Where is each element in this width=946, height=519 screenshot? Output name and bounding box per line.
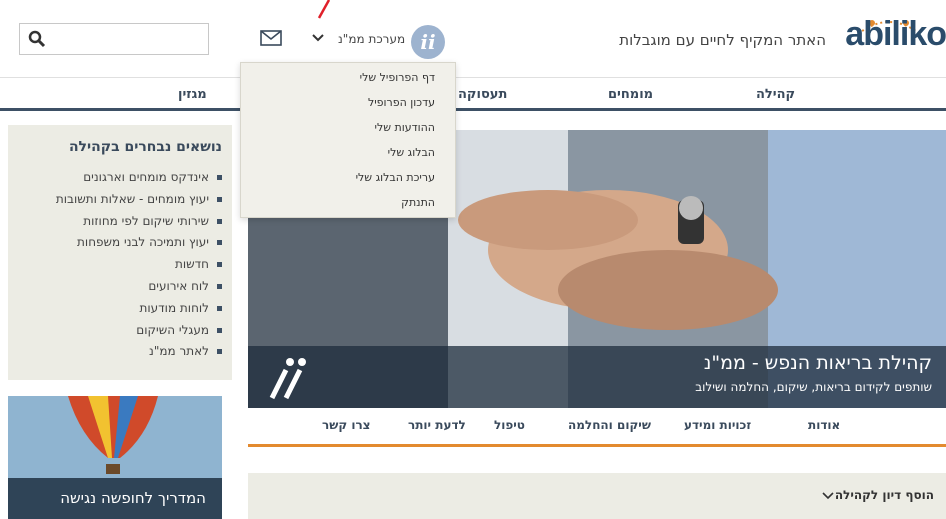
topic-link[interactable]: חדשות <box>175 257 209 271</box>
bullet-icon <box>217 327 222 333</box>
list-item[interactable]: לוחות מודעות <box>56 298 222 320</box>
featured-topics-title: נושאים נבחרים בקהילה <box>68 139 222 155</box>
list-item[interactable]: אינדקס מומחים וארגונים <box>56 167 222 189</box>
nav-item-employment[interactable]: תעסוקה <box>458 87 507 102</box>
chevron-down-icon[interactable] <box>312 34 324 42</box>
menu-item-my-blog[interactable]: הבלוג שלי <box>388 146 435 159</box>
bullet-icon <box>217 305 222 311</box>
main-nav: קהילה מומחים תעסוקה מגזין <box>0 77 946 111</box>
hero-caption-bar: קהילת בריאות הנפש - ממ"נ שותפים לקידום ב… <box>248 346 946 408</box>
accessible-vacation-promo[interactable]: המדריך לחופשה נגישה <box>8 396 222 519</box>
promo-caption: המדריך לחופשה נגישה <box>60 489 206 507</box>
featured-topics-list: אינדקס מומחים וארגונים יעוץ מומחים - שאל… <box>56 167 222 363</box>
promo-caption-bar: המדריך לחופשה נגישה <box>8 478 222 519</box>
tab-learn-more[interactable]: לדעת יותר <box>408 418 466 432</box>
avatar-logo-letters: ii <box>420 30 436 54</box>
list-item[interactable]: יעוץ ותמיכה לבני משפחות <box>56 232 222 254</box>
menu-item-my-messages[interactable]: ההודעות שלי <box>375 121 436 134</box>
topic-link[interactable]: שירותי שיקום לפי מחוזות <box>83 214 209 228</box>
list-item[interactable]: שירותי שיקום לפי מחוזות <box>56 211 222 233</box>
topic-link[interactable]: לוחות מודעות <box>139 301 209 315</box>
topic-link[interactable]: לוח אירועים <box>148 279 209 293</box>
topic-link[interactable]: מעגלי השיקום <box>136 323 209 337</box>
chevron-down-icon[interactable] <box>822 492 834 500</box>
topic-link[interactable]: יעוץ ותמיכה לבני משפחות <box>77 235 209 249</box>
add-discussion-bar[interactable]: הוסף דיון לקהילה <box>248 473 946 519</box>
hero-subtitle: שותפים לקידום בריאות, שיקום, החלמה ושילו… <box>695 380 932 394</box>
logo-text: abiliko <box>845 15 946 53</box>
bullet-icon <box>217 218 222 224</box>
tab-rehab-recovery[interactable]: שיקום והחלמה <box>568 418 651 432</box>
menu-item-my-profile[interactable]: דף הפרופיל שלי <box>360 71 435 84</box>
user-dropdown-menu: דף הפרופיל שלי עדכון הפרופיל ההודעות שלי… <box>240 62 456 218</box>
topic-link[interactable]: יעוץ מומחים - שאלות ותשובות <box>56 192 209 206</box>
tab-about[interactable]: אודות <box>808 418 840 432</box>
list-item[interactable]: מעגלי השיקום <box>56 320 222 342</box>
topic-link[interactable]: אינדקס מומחים וארגונים <box>83 170 209 184</box>
menu-item-logout[interactable]: התנתק <box>401 196 435 209</box>
list-item[interactable]: לאתר ממ"נ <box>56 341 222 363</box>
site-tagline: האתר המקיף לחיים עם מוגבלות <box>619 31 826 49</box>
search-icon[interactable] <box>28 30 46 48</box>
user-menu-name[interactable]: מערכת ממ"נ <box>338 32 405 46</box>
bullet-icon <box>217 175 222 180</box>
nav-item-community[interactable]: קהילה <box>756 87 795 102</box>
abiliko-logo[interactable]: abiliko <box>836 15 946 58</box>
user-avatar[interactable]: ii <box>411 25 445 59</box>
menu-item-edit-profile[interactable]: עדכון הפרופיל <box>368 96 435 109</box>
nav-item-magazine[interactable]: מגזין <box>178 87 207 102</box>
tab-contact[interactable]: צרו קשר <box>322 418 371 432</box>
search-input[interactable] <box>19 23 209 55</box>
bullet-icon <box>217 283 222 289</box>
tab-treatment[interactable]: טיפול <box>494 418 525 432</box>
hot-air-balloon-image <box>8 396 222 478</box>
menu-item-edit-blog[interactable]: עריכת הבלוג שלי <box>356 171 435 184</box>
community-subnav: אודות זכויות ומידע שיקום והחלמה טיפול לד… <box>248 408 946 447</box>
add-discussion-label[interactable]: הוסף דיון לקהילה <box>835 488 934 502</box>
community-logo-icon <box>269 358 306 400</box>
annotation-arrow-icon <box>317 0 330 19</box>
bullet-icon <box>217 349 222 355</box>
bullet-icon <box>217 262 222 268</box>
nav-item-experts[interactable]: מומחים <box>608 87 653 102</box>
tab-rights-info[interactable]: זכויות ומידע <box>684 418 751 432</box>
hero-title: קהילת בריאות הנפש - ממ"נ <box>703 352 932 374</box>
list-item[interactable]: יעוץ מומחים - שאלות ותשובות <box>56 189 222 211</box>
bullet-icon <box>217 196 222 202</box>
list-item[interactable]: לוח אירועים <box>56 276 222 298</box>
topic-link[interactable]: לאתר ממ"נ <box>149 344 209 358</box>
featured-topics-panel: נושאים נבחרים בקהילה אינדקס מומחים וארגו… <box>8 125 232 380</box>
bullet-icon <box>217 240 222 246</box>
mail-icon[interactable] <box>260 30 282 46</box>
list-item[interactable]: חדשות <box>56 254 222 276</box>
